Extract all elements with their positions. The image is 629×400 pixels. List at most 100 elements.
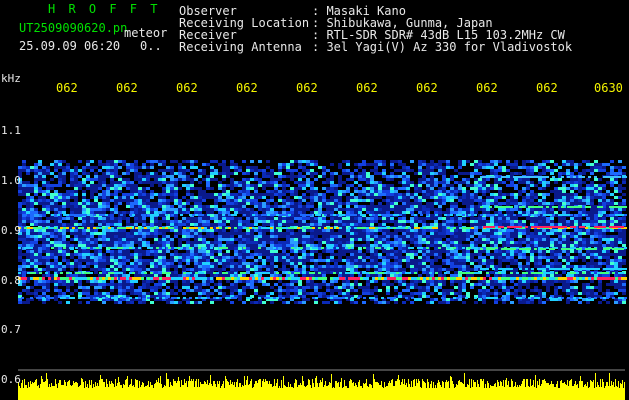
noise-cell — [570, 250, 574, 253]
noise-cell — [610, 238, 614, 241]
noise-cell — [26, 220, 30, 223]
noise-cell — [230, 193, 234, 196]
noise-cell — [294, 232, 298, 235]
noise-cell — [542, 172, 546, 175]
noise-cell — [482, 232, 486, 235]
noise-cell — [546, 211, 550, 214]
noise-cell — [154, 241, 158, 244]
noise-cell — [162, 160, 166, 163]
noise-cell — [334, 187, 338, 190]
noise-cell — [326, 235, 330, 238]
noise-cell — [226, 184, 230, 187]
noise-cell — [146, 241, 150, 244]
noise-cell — [454, 187, 458, 190]
noise-cell — [178, 274, 182, 277]
noise-cell — [486, 280, 490, 283]
noise-cell — [438, 226, 442, 229]
noise-cell — [594, 163, 598, 166]
noise-cell — [306, 244, 310, 247]
noise-cell — [450, 175, 454, 178]
noise-cell — [514, 235, 518, 238]
noise-cell — [258, 196, 262, 199]
noise-cell — [418, 259, 422, 262]
noise-cell — [326, 199, 330, 202]
noise-cell — [414, 229, 418, 232]
noise-cell — [598, 253, 602, 256]
noise-cell — [470, 259, 474, 262]
noise-cell — [222, 238, 226, 241]
noise-cell — [314, 262, 318, 265]
noise-cell — [86, 256, 90, 259]
noise-cell — [266, 238, 270, 241]
noise-cell — [374, 193, 378, 196]
noise-cell — [490, 184, 494, 187]
noise-cell — [50, 268, 54, 271]
noise-cell — [322, 268, 326, 271]
noise-cell — [214, 169, 218, 172]
noise-cell — [30, 238, 34, 241]
noise-cell — [234, 208, 238, 211]
noise-cell — [382, 160, 386, 163]
noise-cell — [338, 178, 342, 181]
noise-cell — [198, 232, 202, 235]
noise-cell — [298, 241, 302, 244]
noise-cell — [330, 250, 334, 253]
noise-cell — [234, 253, 238, 256]
noise-cell — [506, 169, 510, 172]
noise-cell — [230, 232, 234, 235]
noise-cell — [330, 211, 334, 214]
noise-cell — [58, 220, 62, 223]
noise-cell — [366, 163, 370, 166]
noise-cell — [478, 226, 482, 229]
noise-cell — [318, 193, 322, 196]
noise-cell — [346, 184, 350, 187]
noise-cell — [66, 166, 70, 169]
noise-cell — [458, 244, 462, 247]
noise-cell — [506, 163, 510, 166]
noise-cell — [510, 217, 514, 220]
noise-cell — [590, 193, 594, 196]
noise-cell — [386, 259, 390, 262]
noise-cell — [430, 175, 434, 178]
noise-cell — [418, 196, 422, 199]
noise-cell — [206, 253, 210, 256]
noise-cell — [170, 175, 174, 178]
noise-cell — [102, 280, 106, 283]
noise-cell — [386, 238, 390, 241]
noise-cell — [282, 247, 286, 250]
noise-cell — [190, 259, 194, 262]
noise-cell — [374, 187, 378, 190]
noise-cell — [150, 217, 154, 220]
noise-cell — [134, 256, 138, 259]
noise-cell — [182, 166, 186, 169]
noise-cell — [238, 268, 242, 271]
noise-cell — [402, 244, 406, 247]
noise-cell — [98, 280, 102, 283]
noise-cell — [614, 196, 618, 199]
noise-cell — [302, 235, 306, 238]
noise-cell — [302, 166, 306, 169]
noise-cell — [426, 208, 430, 211]
noise-cell — [334, 172, 338, 175]
noise-cell — [66, 241, 70, 244]
noise-cell — [442, 178, 446, 181]
noise-cell — [474, 187, 478, 190]
noise-cell — [346, 172, 350, 175]
noise-cell — [186, 283, 190, 286]
noise-cell — [406, 259, 410, 262]
noise-cell — [186, 178, 190, 181]
noise-cell — [594, 232, 598, 235]
noise-cell — [198, 196, 202, 199]
noise-cell — [622, 253, 626, 256]
noise-cell — [490, 241, 494, 244]
noise-cell — [462, 163, 466, 166]
noise-cell — [54, 202, 58, 205]
noise-cell — [358, 274, 362, 277]
noise-cell — [330, 265, 334, 268]
noise-cell — [402, 283, 406, 286]
noise-cell — [314, 283, 318, 286]
noise-cell — [598, 229, 602, 232]
noise-cell — [230, 217, 234, 220]
noise-cell — [126, 163, 130, 166]
noise-cell — [622, 280, 626, 283]
